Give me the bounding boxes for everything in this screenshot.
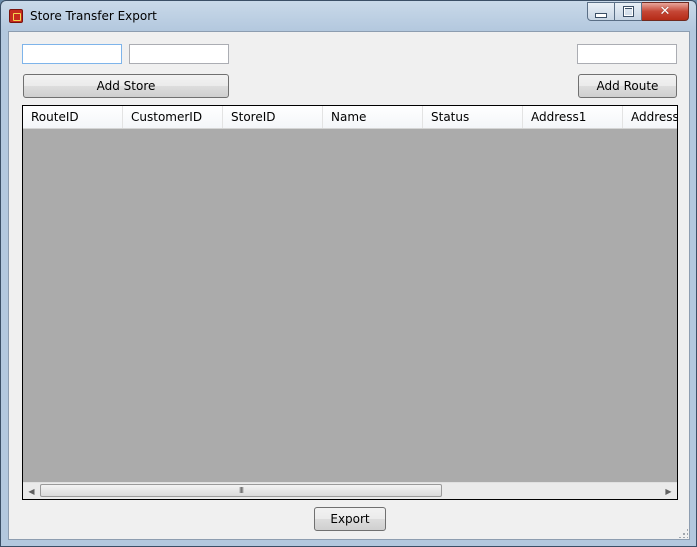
scroll-thumb[interactable]: III xyxy=(40,484,442,497)
app-window: Store Transfer Export ✕ Add Store Add Ro… xyxy=(0,0,697,547)
column-header-address2[interactable]: Address2 xyxy=(623,106,677,128)
column-header-routeid[interactable]: RouteID xyxy=(23,106,123,128)
grip-icon: III xyxy=(238,485,244,495)
store-input-2[interactable] xyxy=(129,44,229,64)
minimize-icon xyxy=(595,13,607,18)
export-button[interactable]: Export xyxy=(314,507,386,531)
route-input[interactable] xyxy=(577,44,677,64)
add-route-button[interactable]: Add Route xyxy=(578,74,677,98)
window-title: Store Transfer Export xyxy=(30,9,157,23)
column-header-name[interactable]: Name xyxy=(323,106,423,128)
column-header-customerid[interactable]: CustomerID xyxy=(123,106,223,128)
minimize-button[interactable] xyxy=(587,2,615,21)
grid-header: RouteID CustomerID StoreID Name Status A… xyxy=(23,106,677,129)
column-header-status[interactable]: Status xyxy=(423,106,523,128)
column-header-address1[interactable]: Address1 xyxy=(523,106,623,128)
close-icon: ✕ xyxy=(659,4,671,19)
horizontal-scrollbar[interactable]: ◀ III ▶ xyxy=(23,482,677,499)
add-store-button[interactable]: Add Store xyxy=(23,74,229,98)
scroll-right-icon[interactable]: ▶ xyxy=(660,483,677,499)
app-icon[interactable] xyxy=(9,9,23,23)
form-client-area: Add Store Add Route RouteID CustomerID S… xyxy=(8,31,690,540)
resize-grip-icon[interactable] xyxy=(678,528,688,538)
maximize-button[interactable] xyxy=(615,2,642,21)
column-header-storeid[interactable]: StoreID xyxy=(223,106,323,128)
title-bar[interactable]: Store Transfer Export ✕ xyxy=(1,1,696,31)
scroll-left-icon[interactable]: ◀ xyxy=(23,483,40,499)
store-input-1[interactable] xyxy=(22,44,122,64)
data-grid[interactable]: RouteID CustomerID StoreID Name Status A… xyxy=(22,105,678,500)
close-button[interactable]: ✕ xyxy=(642,2,689,21)
maximize-icon xyxy=(622,6,634,17)
